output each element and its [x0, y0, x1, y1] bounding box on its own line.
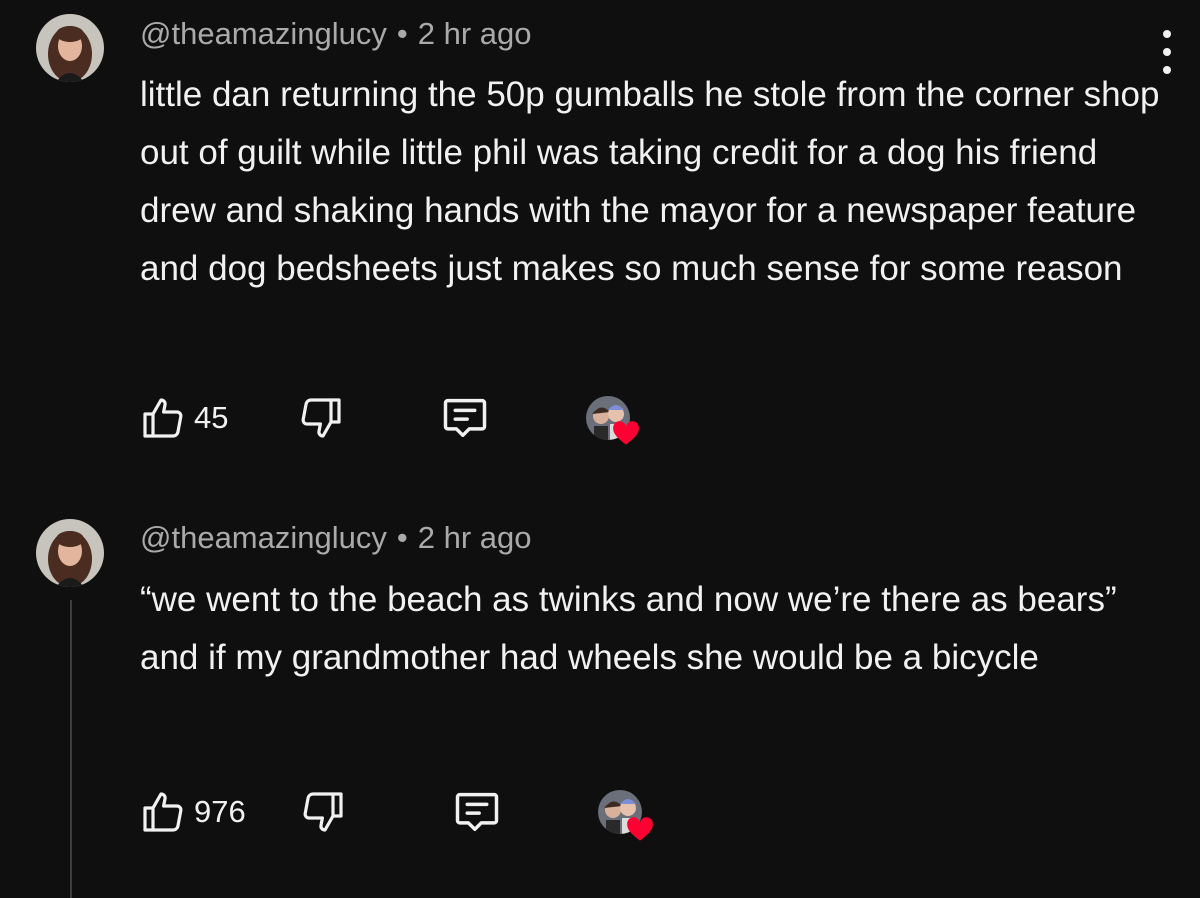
comment-time: 2 hr ago: [417, 520, 532, 555]
comment-text: little dan returning the 50p gumballs he…: [140, 75, 1160, 288]
meta-separator: •: [396, 520, 408, 555]
comment-meta: @theamazinglucy • 2 hr ago: [140, 520, 532, 556]
like-count: 45: [194, 400, 229, 435]
reply-thread-line: [70, 600, 72, 898]
comment-text: “we went to the beach as twinks and now …: [140, 580, 1117, 677]
comment-author[interactable]: @theamazinglucy: [140, 16, 387, 51]
comment-reply-icon: [455, 792, 499, 832]
comment-reply-icon: [443, 398, 487, 438]
comment-meta: @theamazinglucy • 2 hr ago: [140, 16, 532, 52]
dislike-button[interactable]: [296, 392, 346, 444]
reply-button[interactable]: [438, 392, 492, 444]
thumbs-down-icon: [303, 792, 343, 832]
comment-time: 2 hr ago: [417, 16, 532, 51]
meta-separator: •: [396, 16, 408, 51]
thumbs-up-icon: [143, 398, 183, 438]
reply-button[interactable]: [450, 786, 504, 838]
like-button[interactable]: 45: [138, 392, 228, 444]
commenter-avatar[interactable]: [36, 519, 104, 587]
like-count: 976: [194, 794, 246, 829]
heart-icon: [627, 817, 653, 841]
dislike-button[interactable]: [298, 786, 348, 838]
like-button[interactable]: 976: [138, 786, 246, 838]
thumbs-down-icon: [301, 398, 341, 438]
comment-author[interactable]: @theamazinglucy: [140, 520, 387, 555]
thumbs-up-icon: [143, 792, 183, 832]
more-vertical-icon: [1163, 48, 1171, 56]
commenter-avatar[interactable]: [36, 14, 104, 82]
more-vertical-icon: [1163, 30, 1171, 38]
heart-icon: [613, 421, 639, 445]
